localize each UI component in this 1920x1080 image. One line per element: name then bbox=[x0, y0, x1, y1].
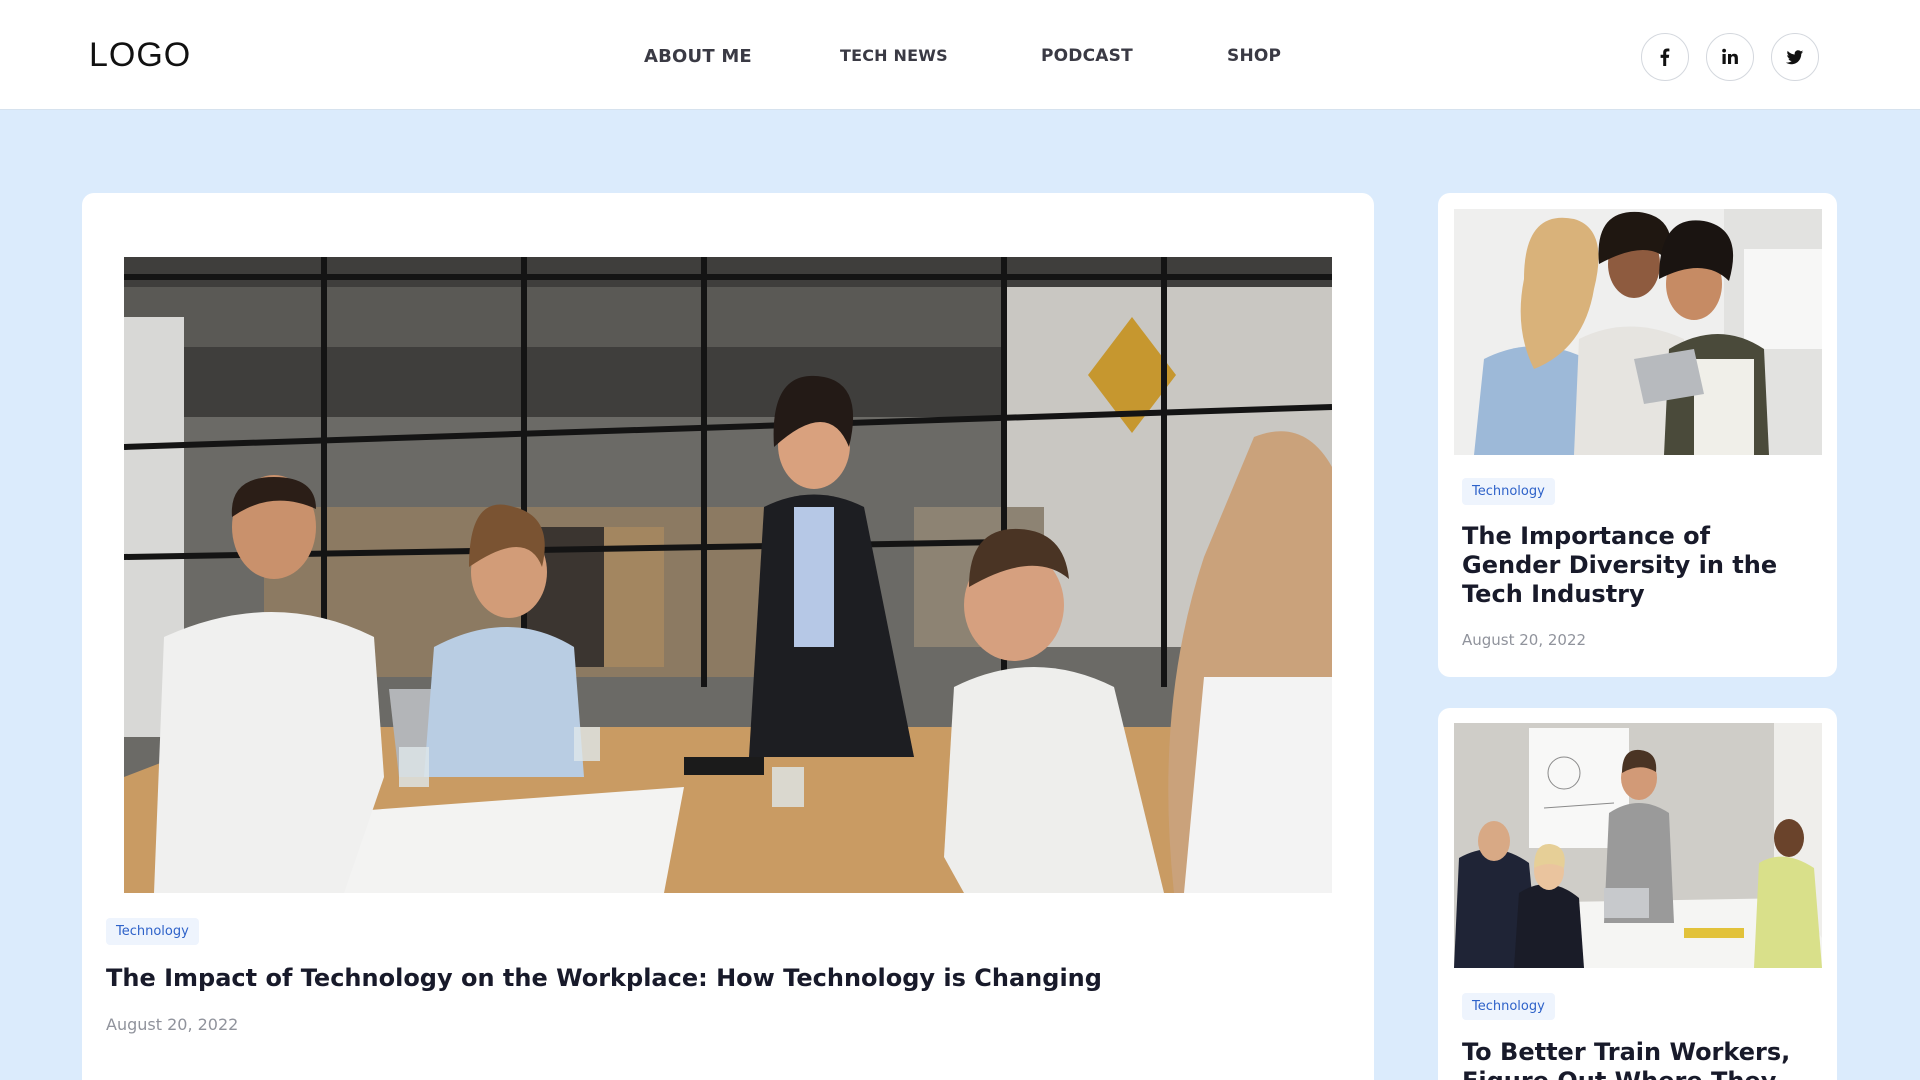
sidebar-article-category-tag[interactable]: Technology bbox=[1462, 993, 1555, 1020]
featured-article-date: August 20, 2022 bbox=[106, 1015, 239, 1034]
site-logo[interactable]: LOGO bbox=[89, 36, 191, 75]
facebook-button[interactable] bbox=[1641, 33, 1689, 81]
featured-article-image[interactable] bbox=[124, 257, 1332, 893]
nav-tech-news[interactable]: TECH NEWS bbox=[840, 46, 948, 65]
sidebar-article-card[interactable]: Technology To Better Train Workers, Figu… bbox=[1438, 708, 1837, 1080]
nav-about-me[interactable]: ABOUT ME bbox=[644, 46, 752, 67]
sidebar-article-date: August 20, 2022 bbox=[1462, 631, 1587, 649]
linkedin-button[interactable] bbox=[1706, 33, 1754, 81]
sidebar-article-title[interactable]: To Better Train Workers, Figure Out Wher… bbox=[1462, 1038, 1802, 1080]
sidebar-article-card[interactable]: Technology The Importance of Gender Dive… bbox=[1438, 193, 1837, 677]
nav-podcast[interactable]: PODCAST bbox=[1041, 46, 1133, 66]
sidebar-article-image[interactable] bbox=[1454, 723, 1822, 968]
featured-article-title[interactable]: The Impact of Technology on the Workplac… bbox=[106, 961, 1102, 995]
linkedin-icon bbox=[1722, 48, 1738, 64]
sidebar-article-image[interactable] bbox=[1454, 209, 1822, 455]
twitter-button[interactable] bbox=[1771, 33, 1819, 81]
nav-shop[interactable]: SHOP bbox=[1227, 46, 1281, 66]
twitter-icon bbox=[1785, 50, 1804, 65]
featured-article-card[interactable]: Technology The Impact of Technology on t… bbox=[82, 193, 1374, 1080]
featured-article-category-tag[interactable]: Technology bbox=[106, 918, 199, 945]
facebook-icon bbox=[1660, 48, 1670, 66]
sidebar-article-title[interactable]: The Importance of Gender Diversity in th… bbox=[1462, 522, 1802, 609]
sidebar-article-category-tag[interactable]: Technology bbox=[1462, 478, 1555, 505]
site-header: LOGO ABOUT ME TECH NEWS PODCAST SHOP bbox=[0, 0, 1920, 110]
